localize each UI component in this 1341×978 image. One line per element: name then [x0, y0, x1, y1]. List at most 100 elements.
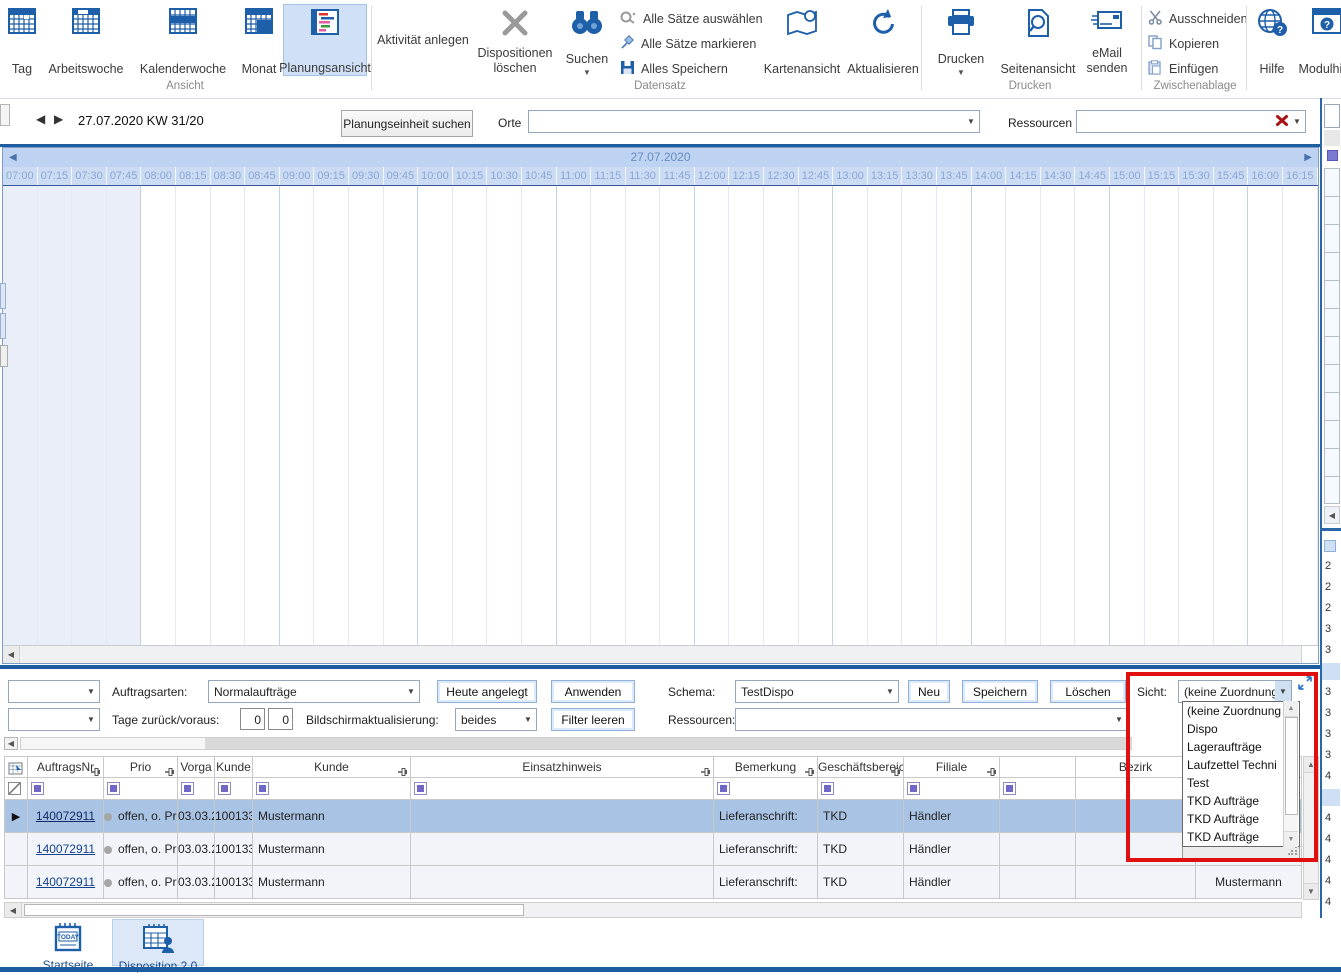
scrollbar-thumb[interactable] [24, 904, 524, 916]
timeline-column[interactable] [522, 186, 557, 645]
ribbon-button-tag[interactable]: Tag [2, 4, 42, 76]
filter-leeren-button[interactable]: Filter leeren [551, 708, 635, 731]
filter-cell[interactable] [104, 778, 178, 800]
column-header-filiale[interactable]: Filiale [904, 756, 1000, 778]
timeline-column[interactable] [211, 186, 246, 645]
timeline-column[interactable] [1283, 186, 1318, 645]
timeline-column[interactable] [107, 186, 142, 645]
timeline-column[interactable] [141, 186, 176, 645]
column-header-geschaeftsbereich[interactable]: Geschäftsbereic [818, 756, 904, 778]
cell-kunde-nr[interactable]: 100133 [215, 800, 253, 833]
cell-prio[interactable]: offen, o. Prio [104, 800, 178, 833]
filter-clear-cell[interactable] [4, 778, 28, 800]
chevron-down-icon[interactable]: ▼ [83, 715, 99, 724]
timeline-column[interactable] [833, 186, 868, 645]
cell-einsatzhinweis[interactable] [411, 833, 714, 866]
pin-icon[interactable] [804, 763, 815, 778]
column-header-empty[interactable] [1000, 756, 1076, 778]
right-panel-mini-icon[interactable] [1324, 540, 1336, 552]
timeline-column[interactable] [764, 186, 799, 645]
ribbon-button-ausschneiden[interactable]: Ausschneiden [1148, 8, 1248, 30]
cell-bezirk[interactable] [1076, 866, 1196, 899]
left-panel-handle[interactable] [0, 104, 10, 126]
cell-empty[interactable] [1000, 800, 1076, 833]
timeline-column[interactable] [349, 186, 384, 645]
week-number[interactable]: 4 [1322, 808, 1340, 829]
ribbon-button-drucken[interactable]: Drucken ▼ [929, 4, 993, 76]
bildschirmaktualisierung-combobox[interactable]: beides▼ [455, 708, 537, 731]
ressourcen-filter-combobox[interactable]: ▼ [735, 708, 1128, 731]
timeline-column[interactable] [1179, 186, 1214, 645]
week-number[interactable]: 3 [1322, 745, 1340, 766]
chevron-down-icon[interactable]: ▼ [1289, 117, 1305, 126]
pin-icon[interactable] [700, 763, 711, 778]
left-dock-tab[interactable] [0, 283, 6, 309]
row-selector-cell[interactable]: ▶ [4, 800, 28, 833]
filter-cell[interactable] [714, 778, 818, 800]
week-number[interactable]: 3 [1322, 619, 1340, 640]
pin-icon[interactable] [986, 763, 997, 778]
week-number[interactable]: 4 [1322, 850, 1340, 871]
filter-cell[interactable] [253, 778, 411, 800]
filter-cell[interactable] [178, 778, 215, 800]
cell-filiale[interactable]: Händler [904, 833, 1000, 866]
right-panel-field[interactable] [1324, 104, 1340, 128]
scroll-left-icon[interactable]: ◀ [9, 148, 17, 167]
chevron-down-icon[interactable]: ▼ [963, 117, 979, 126]
cell-einsatzhinweis[interactable] [411, 866, 714, 899]
column-header-kunde[interactable]: Kunde [253, 756, 411, 778]
cell-kunde[interactable]: Mustermann [253, 833, 411, 866]
heute-angelegt-button[interactable]: Heute angelegt [437, 680, 537, 703]
filter-cell[interactable] [818, 778, 904, 800]
loeschen-button[interactable]: Löschen [1050, 680, 1126, 703]
filter-icon[interactable] [821, 782, 834, 795]
timeline-column[interactable] [972, 186, 1007, 645]
cell-vorga[interactable]: 03.03.2 [178, 833, 215, 866]
column-header-einsatzhinweis[interactable]: Einsatzhinweis [411, 756, 714, 778]
cell-extra[interactable]: Mustermann [1196, 866, 1302, 899]
timeline-column[interactable] [384, 186, 419, 645]
filter-cell[interactable] [1000, 778, 1076, 800]
timeline-column[interactable] [868, 186, 903, 645]
column-header-bemerkung[interactable]: Bemerkung [714, 756, 818, 778]
orte-combobox[interactable]: ▼ [528, 110, 980, 133]
ribbon-button-arbeitswoche[interactable]: Arbeitswoche [42, 4, 130, 76]
week-number[interactable]: 4 [1322, 871, 1340, 892]
filter-icon[interactable] [1003, 782, 1016, 795]
timeline-column[interactable] [799, 186, 834, 645]
grid-corner-cell[interactable] [4, 756, 28, 778]
cell-auftragsnr[interactable]: 140072911 [28, 833, 104, 866]
column-header-vorga[interactable]: Vorga [178, 756, 215, 778]
ribbon-button-planungsansicht[interactable]: Planungsansicht [283, 4, 367, 76]
left-dock-tab[interactable] [0, 313, 6, 339]
tab-startseite[interactable]: TODAY Startseite [28, 919, 108, 966]
chevron-down-icon[interactable]: ▼ [1111, 715, 1127, 724]
timeline-column[interactable] [487, 186, 522, 645]
timeline-column[interactable] [729, 186, 764, 645]
timeline-column[interactable] [453, 186, 488, 645]
column-header-prio[interactable]: Prio [104, 756, 178, 778]
cell-bemerkung[interactable]: Lieferanschrift: [714, 800, 818, 833]
week-number[interactable]: 3 [1322, 703, 1340, 724]
timeline-column[interactable] [626, 186, 661, 645]
filter-icon[interactable] [414, 782, 427, 795]
ribbon-button-alles-speichern[interactable]: Alles Speichern [620, 58, 728, 80]
scroll-right-icon[interactable]: ▶ [1304, 148, 1312, 167]
filter-icon[interactable] [31, 782, 44, 795]
week-number[interactable]: 2 [1322, 577, 1340, 598]
pin-icon[interactable] [164, 763, 175, 778]
row-selector-cell[interactable] [4, 833, 28, 866]
table-row[interactable]: 140072911 offen, o. Prio 03.03.2 100133 … [4, 833, 1302, 866]
cell-kunde[interactable]: Mustermann [253, 866, 411, 899]
chevron-down-icon[interactable]: ▼ [882, 687, 898, 696]
timeline-column[interactable] [280, 186, 315, 645]
timeline-column[interactable] [1145, 186, 1180, 645]
table-row[interactable]: ▶ 140072911 offen, o. Prio 03.03.2 10013… [4, 800, 1302, 833]
timeline-column[interactable] [1248, 186, 1283, 645]
week-number[interactable]: 3 [1322, 682, 1340, 703]
timeline-column[interactable] [245, 186, 280, 645]
ribbon-button-aktualisieren[interactable]: Aktualisieren [848, 4, 918, 76]
timeline-column[interactable] [176, 186, 211, 645]
cell-empty[interactable] [1000, 866, 1076, 899]
table-row[interactable]: 140072911 offen, o. Prio 03.03.2 100133 … [4, 866, 1302, 899]
